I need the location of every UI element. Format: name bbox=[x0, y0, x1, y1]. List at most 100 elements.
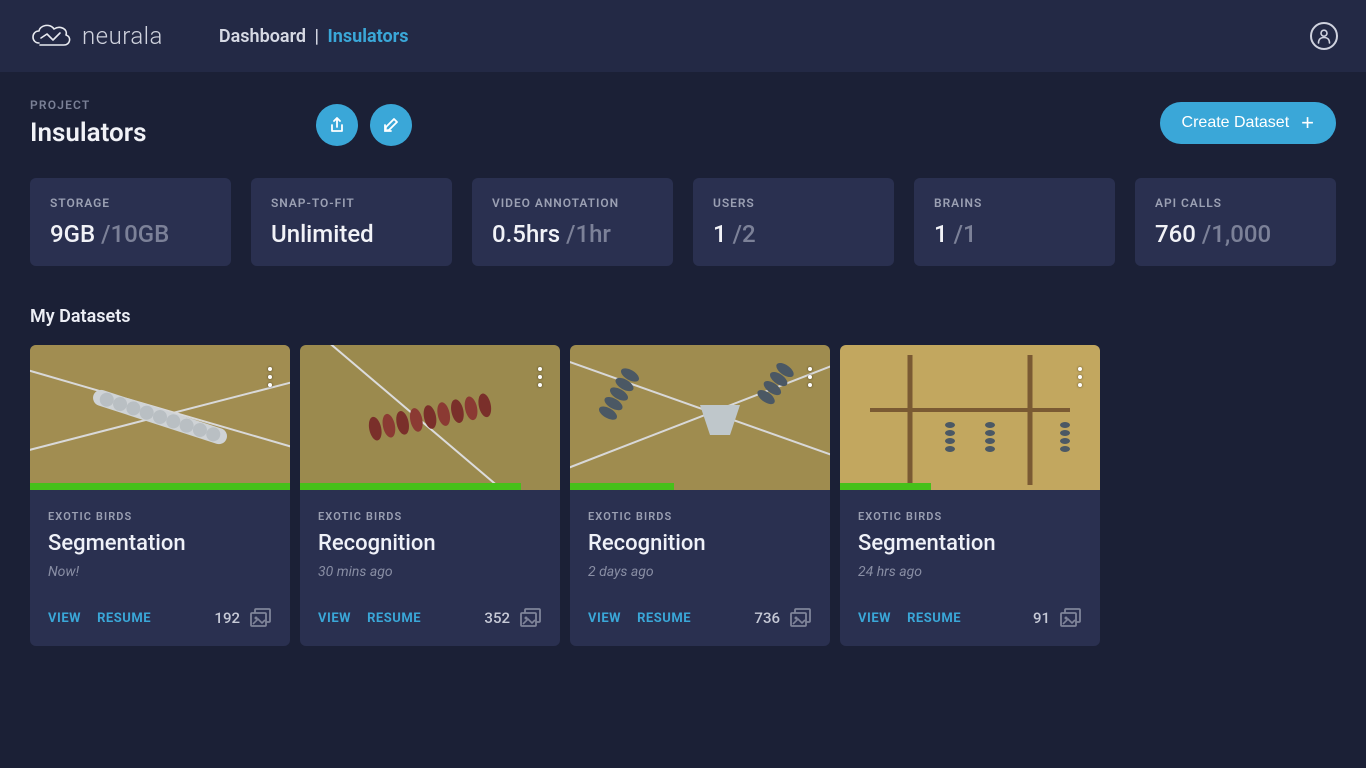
brand-logo[interactable]: neurala bbox=[28, 21, 163, 51]
view-link[interactable]: VIEW bbox=[48, 611, 81, 626]
card-actions: VIEW RESUME bbox=[588, 611, 691, 626]
edit-button[interactable] bbox=[370, 104, 412, 146]
card-body: EXOTIC BIRDS Segmentation 24 hrs ago VIE… bbox=[840, 490, 1100, 646]
resume-link[interactable]: RESUME bbox=[367, 611, 421, 626]
dataset-card[interactable]: EXOTIC BIRDS Segmentation Now! VIEW RESU… bbox=[30, 345, 290, 646]
card-menu-button[interactable] bbox=[264, 363, 276, 391]
progress-bar bbox=[570, 483, 674, 490]
breadcrumb-dashboard[interactable]: Dashboard bbox=[219, 26, 306, 47]
stat-storage: STORAGE 9GB /10GB bbox=[30, 178, 231, 266]
dataset-thumbnail bbox=[30, 345, 290, 490]
dataset-thumbnail bbox=[300, 345, 560, 490]
resume-link[interactable]: RESUME bbox=[907, 611, 961, 626]
stat-value: 9GB /10GB bbox=[50, 220, 211, 248]
stat-value: 760 /1,000 bbox=[1155, 220, 1316, 248]
card-menu-button[interactable] bbox=[534, 363, 546, 391]
stat-label: SNAP-TO-FIT bbox=[271, 196, 432, 210]
image-count-value: 91 bbox=[1033, 609, 1050, 627]
edit-icon bbox=[382, 116, 400, 134]
stat-value: 1 /1 bbox=[934, 220, 1095, 248]
dataset-category: EXOTIC BIRDS bbox=[318, 510, 542, 523]
card-actions: VIEW RESUME bbox=[858, 611, 961, 626]
dataset-category: EXOTIC BIRDS bbox=[48, 510, 272, 523]
breadcrumb-current[interactable]: Insulators bbox=[328, 26, 409, 47]
dataset-title: Recognition bbox=[318, 531, 542, 556]
image-count: 91 bbox=[1033, 608, 1082, 628]
breadcrumb-separator: | bbox=[311, 26, 324, 47]
dataset-time: 30 mins ago bbox=[318, 564, 542, 580]
share-button[interactable] bbox=[316, 104, 358, 146]
dataset-time: 2 days ago bbox=[588, 564, 812, 580]
stat-value: 1 /2 bbox=[713, 220, 874, 248]
project-action-buttons bbox=[316, 104, 412, 148]
stat-label: STORAGE bbox=[50, 196, 211, 210]
card-footer: VIEW RESUME 192 bbox=[48, 608, 272, 628]
user-icon bbox=[1316, 28, 1332, 44]
resume-link[interactable]: RESUME bbox=[637, 611, 691, 626]
progress-bar bbox=[300, 483, 521, 490]
dataset-title: Segmentation bbox=[858, 531, 1082, 556]
datasets-section-title: My Datasets bbox=[30, 306, 1336, 327]
image-count-value: 352 bbox=[484, 609, 510, 627]
plus-icon: + bbox=[1301, 112, 1314, 134]
stat-label: USERS bbox=[713, 196, 874, 210]
stat-snap-to-fit: SNAP-TO-FIT Unlimited bbox=[251, 178, 452, 266]
stats-grid: STORAGE 9GB /10GB SNAP-TO-FIT Unlimited … bbox=[30, 178, 1336, 266]
card-body: EXOTIC BIRDS Recognition 2 days ago VIEW… bbox=[570, 490, 830, 646]
dataset-card[interactable]: EXOTIC BIRDS Recognition 30 mins ago VIE… bbox=[300, 345, 560, 646]
brand-name: neurala bbox=[82, 22, 163, 50]
content: PROJECT Insulators bbox=[0, 72, 1366, 646]
images-icon bbox=[520, 608, 542, 628]
view-link[interactable]: VIEW bbox=[858, 611, 891, 626]
card-body: EXOTIC BIRDS Segmentation Now! VIEW RESU… bbox=[30, 490, 290, 646]
dataset-title: Segmentation bbox=[48, 531, 272, 556]
dataset-category: EXOTIC BIRDS bbox=[588, 510, 812, 523]
stat-value: Unlimited bbox=[271, 220, 432, 248]
dataset-time: Now! bbox=[48, 564, 272, 580]
card-footer: VIEW RESUME 91 bbox=[858, 608, 1082, 628]
images-icon bbox=[790, 608, 812, 628]
datasets-grid: EXOTIC BIRDS Segmentation Now! VIEW RESU… bbox=[30, 345, 1336, 646]
card-actions: VIEW RESUME bbox=[48, 611, 151, 626]
dataset-card[interactable]: EXOTIC BIRDS Segmentation 24 hrs ago VIE… bbox=[840, 345, 1100, 646]
dataset-thumbnail bbox=[570, 345, 830, 490]
stat-users: USERS 1 /2 bbox=[693, 178, 894, 266]
project-title-block: PROJECT Insulators bbox=[30, 98, 290, 148]
profile-menu-button[interactable] bbox=[1310, 22, 1338, 50]
stat-api-calls: API CALLS 760 /1,000 bbox=[1135, 178, 1336, 266]
dataset-thumbnail bbox=[840, 345, 1100, 490]
app-header: neurala Dashboard | Insulators bbox=[0, 0, 1366, 72]
image-count-value: 736 bbox=[754, 609, 780, 627]
dataset-time: 24 hrs ago bbox=[858, 564, 1082, 580]
stat-video-annotation: VIDEO ANNOTATION 0.5hrs /1hr bbox=[472, 178, 673, 266]
project-row: PROJECT Insulators bbox=[30, 98, 1336, 148]
project-label: PROJECT bbox=[30, 98, 290, 112]
image-count: 192 bbox=[214, 608, 272, 628]
project-left: PROJECT Insulators bbox=[30, 98, 412, 148]
view-link[interactable]: VIEW bbox=[588, 611, 621, 626]
view-link[interactable]: VIEW bbox=[318, 611, 351, 626]
create-dataset-button[interactable]: Create Dataset + bbox=[1160, 102, 1336, 144]
card-menu-button[interactable] bbox=[1074, 363, 1086, 391]
resume-link[interactable]: RESUME bbox=[97, 611, 151, 626]
stat-label: VIDEO ANNOTATION bbox=[492, 196, 653, 210]
card-body: EXOTIC BIRDS Recognition 30 mins ago VIE… bbox=[300, 490, 560, 646]
stat-brains: BRAINS 1 /1 bbox=[914, 178, 1115, 266]
progress-bar bbox=[30, 483, 290, 490]
dataset-title: Recognition bbox=[588, 531, 812, 556]
image-count-value: 192 bbox=[214, 609, 240, 627]
create-dataset-label: Create Dataset bbox=[1182, 114, 1290, 132]
stat-label: BRAINS bbox=[934, 196, 1095, 210]
dataset-card[interactable]: EXOTIC BIRDS Recognition 2 days ago VIEW… bbox=[570, 345, 830, 646]
brain-cloud-icon bbox=[28, 21, 72, 51]
share-icon bbox=[328, 116, 346, 134]
image-count: 352 bbox=[484, 608, 542, 628]
card-footer: VIEW RESUME 736 bbox=[588, 608, 812, 628]
card-menu-button[interactable] bbox=[804, 363, 816, 391]
dataset-category: EXOTIC BIRDS bbox=[858, 510, 1082, 523]
header-left: neurala Dashboard | Insulators bbox=[28, 21, 408, 51]
images-icon bbox=[250, 608, 272, 628]
progress-bar bbox=[840, 483, 931, 490]
breadcrumb: Dashboard | Insulators bbox=[219, 26, 409, 47]
stat-label: API CALLS bbox=[1155, 196, 1316, 210]
